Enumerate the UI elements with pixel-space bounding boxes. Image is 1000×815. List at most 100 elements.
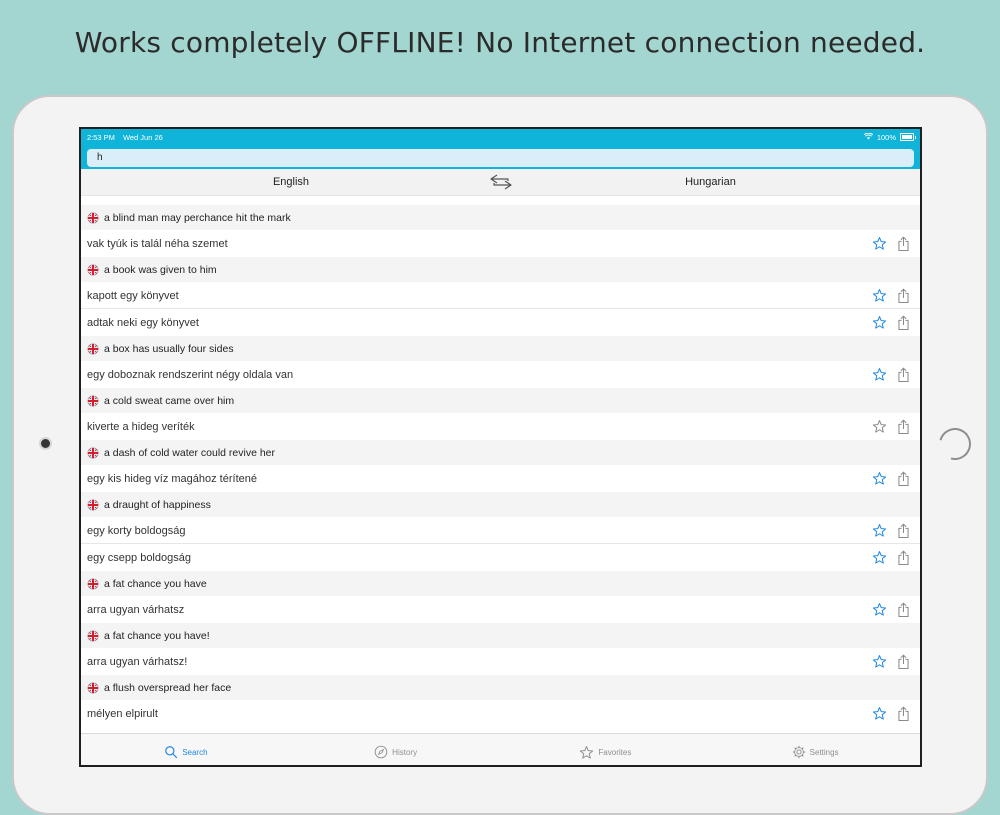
- tab-history[interactable]: History: [291, 734, 501, 765]
- uk-flag-icon: [87, 263, 99, 276]
- uk-flag-icon: [87, 394, 99, 407]
- entry-header[interactable]: a blind man may perchance hit the mark: [81, 205, 920, 230]
- tab-label: Settings: [809, 747, 839, 757]
- favorite-star-icon[interactable]: [871, 367, 887, 383]
- wifi-icon: [863, 132, 873, 142]
- compass-icon: [374, 745, 388, 759]
- translation-text: kapott egy könyvet: [87, 289, 179, 302]
- share-icon[interactable]: [895, 366, 911, 383]
- translation-text: egy doboznak rendszerint négy oldala van: [87, 368, 294, 381]
- tab-settings[interactable]: Settings: [710, 734, 920, 765]
- entry-phrase: a fat chance you have: [104, 577, 207, 590]
- favorite-star-icon[interactable]: [871, 471, 887, 487]
- entry-header[interactable]: a draught of happiness: [81, 492, 920, 517]
- tab-bar: Search History Favorites Settings: [81, 733, 920, 765]
- headline: Works completely OFFLINE! No Internet co…: [74, 26, 926, 59]
- entry-phrase: a box has usually four sides: [104, 342, 234, 355]
- status-bar: 2:53 PM Wed Jun 26 100%: [81, 129, 920, 145]
- uk-flag-icon: [87, 629, 99, 642]
- source-language[interactable]: English: [81, 176, 501, 188]
- search-bar: [81, 145, 920, 169]
- translation-row[interactable]: adtak neki egy könyvet: [81, 309, 920, 336]
- translation-text: egy kis hideg víz magához térítené: [87, 472, 257, 485]
- uk-flag-icon: [87, 211, 99, 224]
- entry-header[interactable]: a fat chance you have!: [81, 623, 920, 648]
- share-icon[interactable]: [895, 549, 911, 566]
- entry-header[interactable]: a dash of cold water could revive her: [81, 440, 920, 465]
- translation-row[interactable]: arra ugyan várhatsz!: [81, 648, 920, 675]
- entry-header[interactable]: a fat chance you have: [81, 571, 920, 596]
- star-icon: [579, 745, 594, 760]
- entry-phrase: a fat chance you have!: [104, 629, 210, 642]
- swap-arrows-icon[interactable]: [489, 174, 513, 190]
- favorite-star-icon[interactable]: [871, 602, 887, 618]
- search-input[interactable]: [87, 148, 914, 167]
- status-date: Wed Jun 26: [122, 132, 163, 142]
- share-icon[interactable]: [895, 314, 911, 331]
- uk-flag-icon: [87, 446, 99, 459]
- tab-label: Favorites: [598, 747, 632, 757]
- entry-phrase: a blind man may perchance hit the mark: [104, 211, 291, 224]
- favorite-star-icon[interactable]: [871, 550, 887, 566]
- translation-row[interactable]: egy doboznak rendszerint négy oldala van: [81, 361, 920, 388]
- gear-icon: [792, 745, 806, 759]
- tab-favorites[interactable]: Favorites: [501, 734, 711, 765]
- share-icon[interactable]: [895, 470, 911, 487]
- search-icon: [164, 745, 178, 759]
- share-icon[interactable]: [895, 705, 911, 722]
- entry-phrase: a dash of cold water could revive her: [104, 446, 276, 459]
- tab-label: Search: [182, 747, 208, 757]
- entry-phrase: a flush overspread her face: [104, 681, 232, 694]
- battery-percent: 100%: [876, 132, 896, 142]
- language-bar: English Hungarian: [81, 169, 920, 196]
- translation-row[interactable]: kiverte a hideg veríték: [81, 413, 920, 440]
- share-icon[interactable]: [895, 235, 911, 252]
- favorite-star-icon[interactable]: [871, 315, 887, 331]
- entry-header[interactable]: a book was given to him: [81, 257, 920, 282]
- entry-header[interactable]: a box has usually four sides: [81, 336, 920, 361]
- translation-text: egy korty boldogság: [87, 524, 186, 537]
- translation-row[interactable]: kapott egy könyvet: [81, 282, 920, 309]
- share-icon[interactable]: [895, 601, 911, 618]
- translation-text: mélyen elpirult: [87, 707, 158, 720]
- translation-text: adtak neki egy könyvet: [87, 316, 199, 329]
- translation-text: kiverte a hideg veríték: [87, 420, 195, 433]
- entry-header[interactable]: a flush overspread her face: [81, 675, 920, 700]
- favorite-star-icon[interactable]: [871, 654, 887, 670]
- translation-row[interactable]: egy kis hideg víz magához térítené: [81, 465, 920, 492]
- translation-row[interactable]: egy csepp boldogság: [81, 544, 920, 571]
- translation-text: egy csepp boldogság: [87, 551, 191, 564]
- translation-row[interactable]: mélyen elpirult: [81, 700, 920, 727]
- translation-row[interactable]: arra ugyan várhatsz: [81, 596, 920, 623]
- results-list: a blind man may perchance hit the mark va…: [81, 205, 920, 727]
- tab-search[interactable]: Search: [81, 734, 291, 765]
- entry-phrase: a draught of happiness: [104, 498, 211, 511]
- uk-flag-icon: [87, 681, 99, 694]
- share-icon[interactable]: [895, 418, 911, 435]
- entry-phrase: a book was given to him: [104, 263, 217, 276]
- uk-flag-icon: [87, 577, 99, 590]
- uk-flag-icon: [87, 342, 99, 355]
- translation-text: arra ugyan várhatsz!: [87, 655, 188, 668]
- entry-phrase: a cold sweat came over him: [104, 394, 235, 407]
- status-time: 2:53 PM: [87, 132, 115, 142]
- favorite-star-icon[interactable]: [871, 419, 887, 435]
- favorite-star-icon[interactable]: [871, 523, 887, 539]
- camera-icon: [41, 439, 50, 448]
- favorite-star-icon[interactable]: [871, 236, 887, 252]
- translation-row[interactable]: egy korty boldogság: [81, 517, 920, 544]
- share-icon[interactable]: [895, 522, 911, 539]
- translation-text: vak tyúk is talál néha szemet: [87, 237, 228, 250]
- battery-icon: [900, 133, 916, 141]
- translation-text: arra ugyan várhatsz: [87, 603, 185, 616]
- entry-header[interactable]: a cold sweat came over him: [81, 388, 920, 413]
- app-screen: 2:53 PM Wed Jun 26 100% English Hungaria…: [79, 127, 922, 767]
- translation-row[interactable]: vak tyúk is talál néha szemet: [81, 230, 920, 257]
- share-icon[interactable]: [895, 287, 911, 304]
- favorite-star-icon[interactable]: [871, 706, 887, 722]
- share-icon[interactable]: [895, 653, 911, 670]
- tab-label: History: [392, 747, 418, 757]
- target-language[interactable]: Hungarian: [501, 176, 920, 188]
- favorite-star-icon[interactable]: [871, 288, 887, 304]
- uk-flag-icon: [87, 498, 99, 511]
